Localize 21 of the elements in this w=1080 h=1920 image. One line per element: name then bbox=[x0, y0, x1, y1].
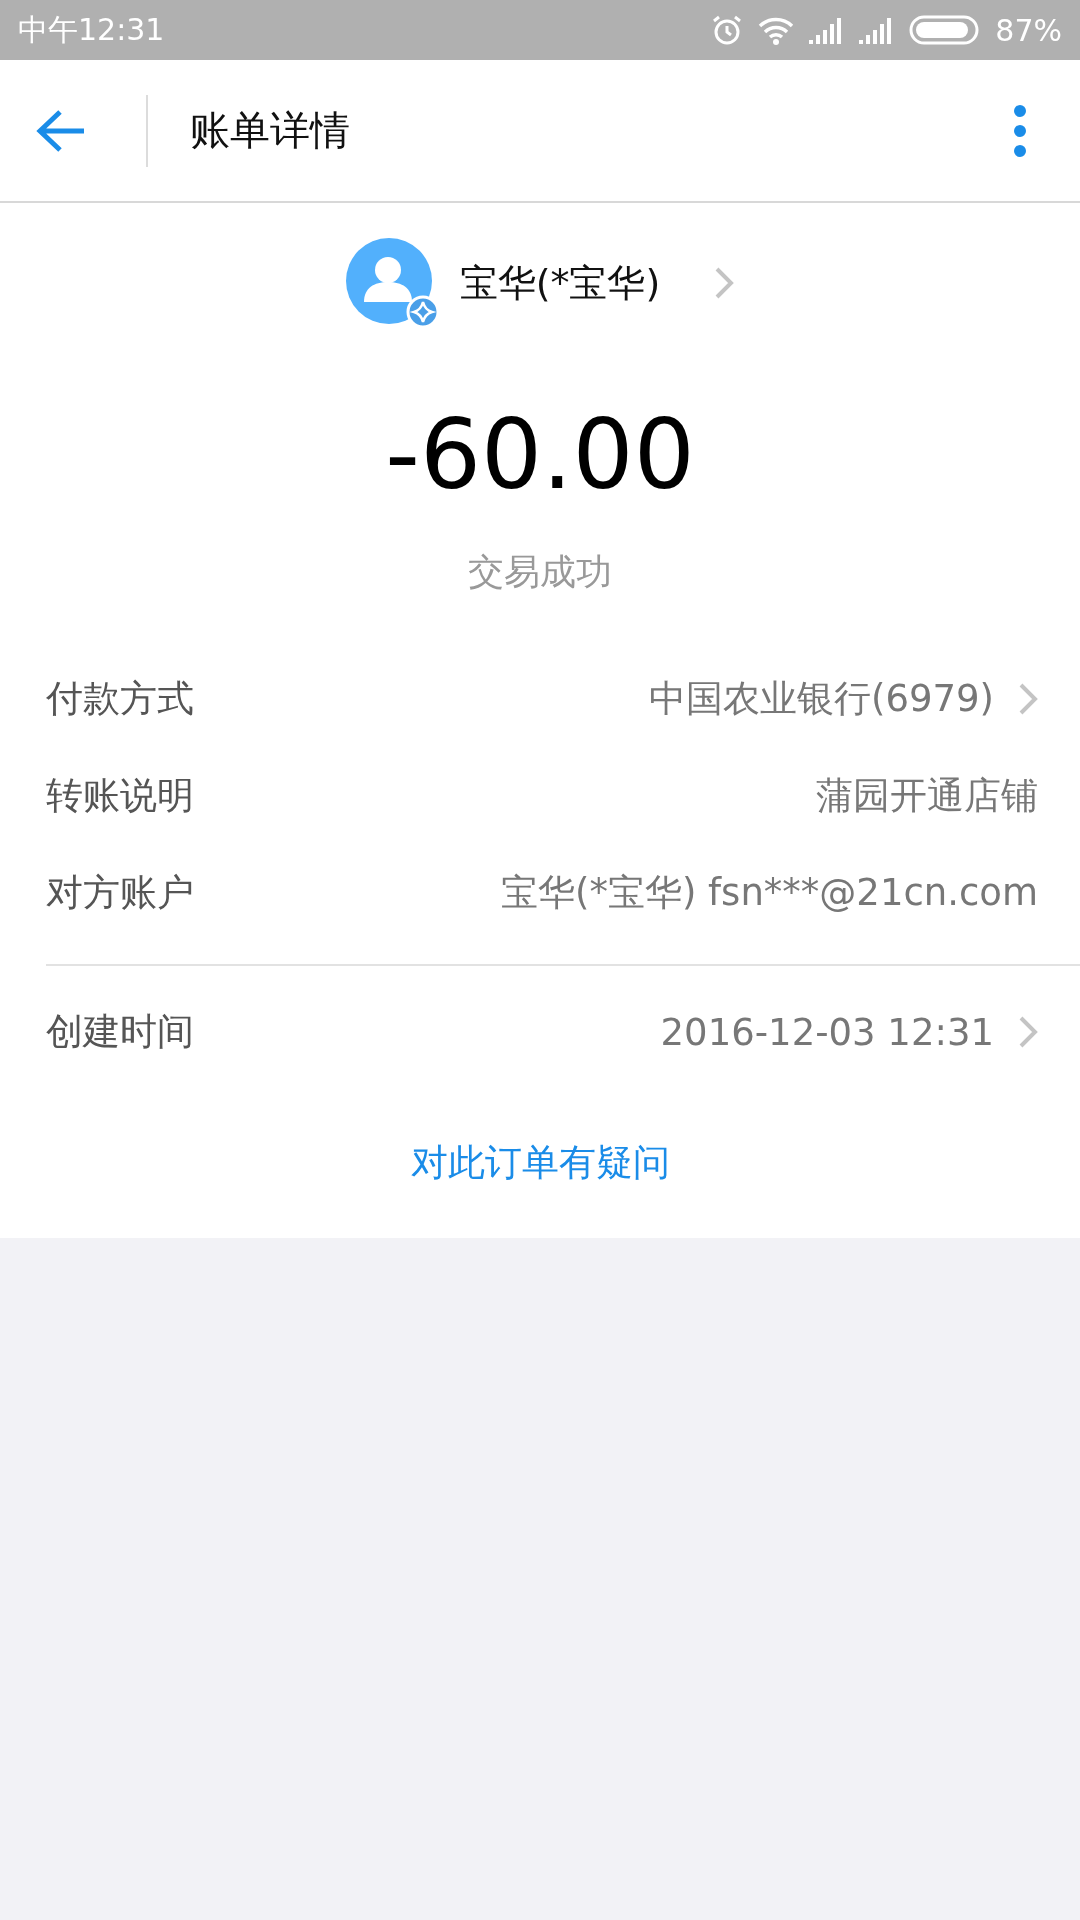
avatar-icon bbox=[345, 238, 438, 328]
detail-label: 付款方式 bbox=[46, 676, 194, 723]
detail-value: 2016-12-03 12:31 bbox=[660, 1010, 994, 1054]
question-link[interactable]: 对此订单有疑问 bbox=[0, 1137, 1080, 1188]
status-time: 中午12:31 bbox=[18, 10, 165, 49]
page-title: 账单详情 bbox=[190, 106, 351, 155]
detail-value: 蒲园开通店铺 bbox=[816, 773, 1038, 820]
battery-percent: 87% bbox=[995, 12, 1062, 48]
chevron-icon bbox=[714, 266, 735, 300]
amount: -60.00 bbox=[384, 403, 696, 509]
back-arrow-icon bbox=[36, 108, 86, 153]
detail-value: 中国农业银行(6979) bbox=[648, 676, 994, 723]
detail-label: 转账说明 bbox=[46, 773, 194, 820]
transaction-status: 交易成功 bbox=[467, 549, 613, 594]
detail-label: 对方账户 bbox=[46, 870, 194, 917]
alarm-icon bbox=[711, 14, 744, 46]
detail-value: 宝华(*宝华) fsn***@21cn.com bbox=[500, 870, 1038, 917]
more-icon bbox=[1013, 103, 1027, 158]
detail-label: 创建时间 bbox=[46, 1009, 194, 1056]
wifi-icon bbox=[757, 15, 796, 45]
payee-name[interactable]: 宝华(*宝华) bbox=[459, 257, 661, 309]
